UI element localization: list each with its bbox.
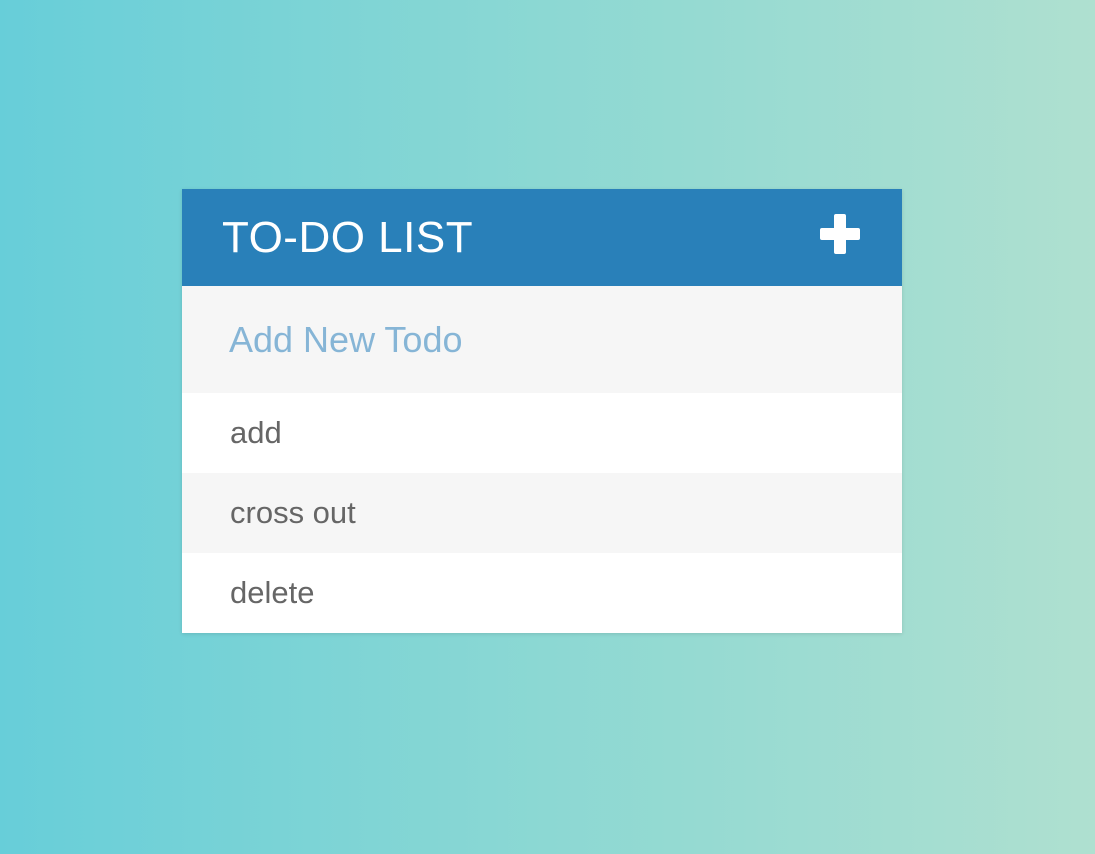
plus-icon (820, 214, 860, 254)
todo-item-delete[interactable]: delete (182, 553, 902, 633)
todo-card: TO-DO LIST add cross out delete (182, 189, 902, 633)
new-todo-input[interactable] (182, 286, 902, 393)
todo-item-add[interactable]: add (182, 393, 902, 473)
new-todo-row (182, 286, 902, 393)
todo-list: add cross out delete (182, 393, 902, 633)
add-todo-button[interactable] (818, 212, 862, 256)
todo-header: TO-DO LIST (182, 189, 902, 286)
page-title: TO-DO LIST (222, 213, 474, 262)
todo-item-cross-out[interactable]: cross out (182, 473, 902, 553)
